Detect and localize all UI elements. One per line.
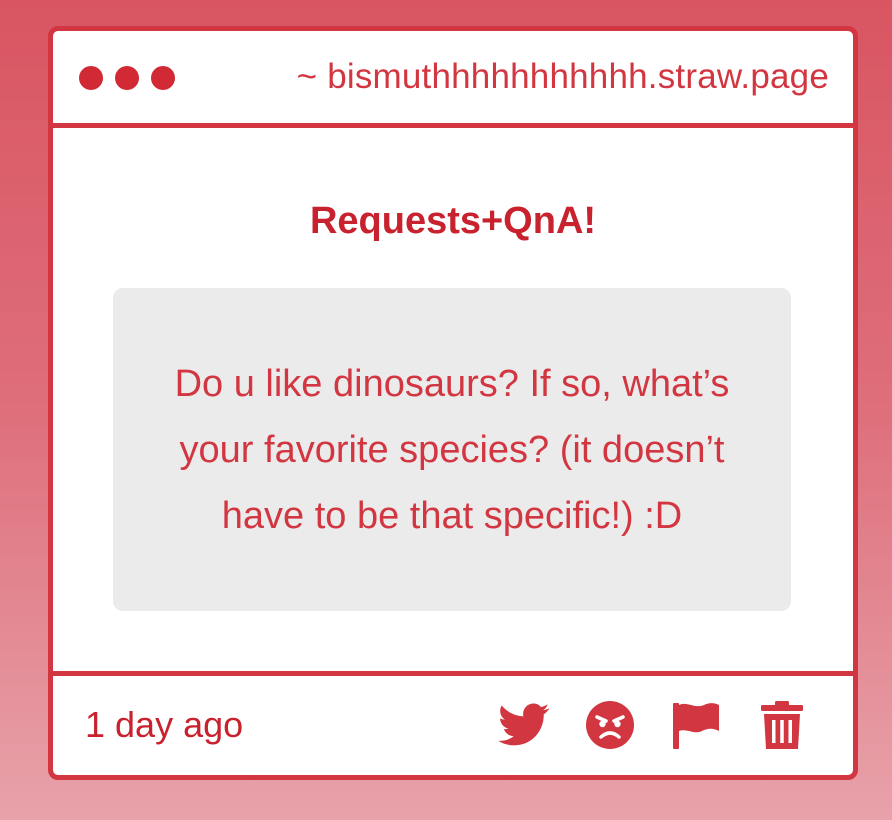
- delete-button[interactable]: [755, 698, 809, 752]
- question-text: Do u like dinosaurs? If so, what’s your …: [174, 362, 730, 537]
- post-footer: 1 day ago: [53, 671, 853, 775]
- post-window: ~ bismuthhhhhhhhhhh.straw.page Requests+…: [48, 26, 858, 780]
- window-dot-1: [79, 66, 103, 90]
- twitter-bird-icon: [498, 703, 550, 747]
- post-actions: [497, 698, 809, 752]
- window-dot-3: [151, 66, 175, 90]
- question-box: Do u like dinosaurs? If so, what’s your …: [113, 288, 791, 611]
- flag-button[interactable]: [669, 698, 723, 752]
- window-titlebar: ~ bismuthhhhhhhhhhh.straw.page: [53, 31, 853, 128]
- page-url[interactable]: ~ bismuthhhhhhhhhhh.straw.page: [297, 57, 829, 97]
- window-controls: [79, 66, 175, 90]
- post-timestamp: 1 day ago: [85, 704, 244, 745]
- window-dot-2: [115, 66, 139, 90]
- share-twitter-button[interactable]: [497, 698, 551, 752]
- trash-icon: [760, 700, 804, 750]
- report-angry-button[interactable]: [583, 698, 637, 752]
- post-title: Requests+QnA!: [309, 200, 597, 242]
- flag-icon: [671, 700, 721, 750]
- angry-face-icon: [585, 700, 635, 750]
- post-content: Requests+QnA! Do u like dinosaurs? If so…: [53, 128, 853, 673]
